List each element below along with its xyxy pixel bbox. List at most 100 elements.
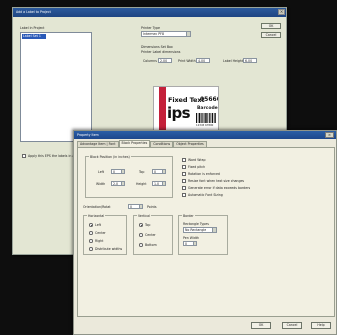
word-wrap-label: Word Wrap [188,158,206,162]
fixed-pitch-label: Fixed pitch [188,165,206,169]
height-spinner[interactable]: 1.0 [152,181,166,186]
add-label-title: Add a Label to Project [16,10,51,14]
top-spinner[interactable]: 0 [152,169,166,174]
chevron-down-icon [186,32,190,36]
cancel-button[interactable]: Cancel [261,32,281,38]
horizontal-right-radio[interactable] [89,239,93,243]
chevron-down-icon [212,228,216,232]
property-title: Property Item [77,132,99,137]
close-icon[interactable]: × [278,9,285,15]
resize-font-checkbox[interactable] [182,179,186,183]
spinner-arrows-icon [139,205,142,208]
pen-width-spinner[interactable]: 0 [183,241,197,246]
spinner-arrows-icon [162,182,165,185]
top-label: Top [139,170,145,174]
cancel-button[interactable]: Cancel [282,322,302,329]
left-label: Left [98,170,104,174]
word-wrap-checkbox[interactable] [182,158,186,162]
preview-fixed-text: Fixed Text [168,96,205,104]
label-height-field[interactable]: 6.00 [243,58,257,63]
horizontal-distribute-radio[interactable] [89,247,93,251]
ips-logo: ips [167,104,191,122]
vertical-top-radio[interactable] [139,223,143,227]
close-icon[interactable]: × [325,132,334,138]
left-spinner[interactable]: 0 [111,169,125,174]
print-width-field[interactable]: 4.00 [196,58,210,63]
dim-label-columns: Columns [143,59,157,63]
vertical-top-label: Top [145,223,151,227]
property-titlebar: Property Item × [74,131,336,139]
height-label: Height [136,182,147,186]
printer-type-label: Printer Type [141,26,160,30]
vertical-bottom-radio[interactable] [139,243,143,247]
vertical-group: Vertical Top Center Bottom [133,214,173,255]
add-label-titlebar: Add a Label to Project × [13,8,286,17]
auto-font-sizing-label: Automatic Font Sizing [188,193,223,197]
pen-width-value: 0 [185,242,188,246]
left-value: 0 [113,170,116,174]
orientation-unit: Points [147,205,157,209]
labels-listbox[interactable]: Label Set 1 [20,32,92,142]
auto-font-sizing-checkbox[interactable] [182,193,186,197]
top-value: 0 [154,170,157,174]
width-label: Width [96,182,106,186]
horizontal-left-label: Left [95,223,101,227]
printer-type-value: Intermec PF8 [143,32,165,36]
rectangle-type-label: Rectangle Types [183,222,209,226]
vertical-bottom-label: Bottom [145,243,157,247]
rotation-enforced-label: Rotation is enforced [188,172,220,176]
dimensions-sublabel: Printer Label dimensions [141,50,181,54]
horizontal-distribute-label: Distribute widths [95,247,123,251]
horizontal-title: Horizontal [87,214,106,218]
resize-font-label: Resize font when text size changes [188,179,245,183]
rectangle-type-select[interactable]: No Rectangle [183,227,217,233]
list-item[interactable]: Label Set 1 [22,34,46,39]
border-title: Border [182,214,195,218]
block-position-title: Block Position (in inches) [89,155,131,159]
spinner-arrows-icon [121,170,124,173]
help-button[interactable]: Help [311,322,331,329]
apply-all-checkbox[interactable] [22,154,26,158]
spinner-arrows-icon [121,182,124,185]
labels-header: Label in Project [20,26,45,30]
vertical-title: Vertical [137,214,151,218]
rotation-enforced-checkbox[interactable] [182,172,186,176]
generate-error-checkbox[interactable] [182,186,186,190]
preview-fixed-number: 056607 [200,96,218,103]
rectangle-type-value: No Rectangle [185,228,207,232]
ok-button[interactable]: OK [261,23,281,29]
height-value: 1.0 [154,182,160,186]
screen: Add a Label to Project × Label in Projec… [0,0,337,335]
columns-field[interactable]: 2.00 [158,58,172,63]
printer-type-select[interactable]: Intermec PF8 [141,31,191,37]
apply-all-label: Apply this EPS the labels in all [28,154,77,158]
horizontal-center-label: Center [95,231,106,235]
vertical-center-radio[interactable] [139,233,143,237]
width-value: 2.0 [113,182,119,186]
orientation-spinner[interactable]: 0 [128,204,143,209]
dimensions-label: Dimensions Set Box [141,45,173,49]
horizontal-right-label: Right [95,239,104,243]
vertical-center-label: Center [145,233,156,237]
orientation-value: 0 [130,205,133,209]
border-group: Border Rectangle Types No Rectangle Pen … [178,214,228,255]
block-properties-panel: Block Position (in inches) Left 0 Top 0 … [77,147,335,317]
horizontal-group: Horizontal Left Center Right Distribute … [83,214,127,255]
dim-label-print-width: Print Width [178,59,196,63]
generate-error-label: Generate error if data exceeds borders [188,186,251,190]
pen-width-label: Pen Width [183,236,200,240]
block-position-group: Block Position (in inches) Left 0 Top 0 … [85,155,173,198]
dim-label-label-height: Label Height [223,59,244,63]
ok-button[interactable]: OK [251,322,271,329]
preview-barcode-number: 12345 67890 [196,124,214,127]
tab-block-properties[interactable]: Block Properties [118,140,151,147]
fixed-pitch-checkbox[interactable] [182,165,186,169]
preview-barcode-label: Barcode [197,106,218,111]
barcode-icon [196,113,216,123]
width-spinner[interactable]: 2.0 [111,181,125,186]
spinner-arrows-icon [193,242,196,245]
property-item-dialog: Property Item × Advantage Item | Font Bl… [73,130,337,335]
orientation-label: Orientation/Rotat [83,205,111,209]
horizontal-center-radio[interactable] [89,231,93,235]
horizontal-left-radio[interactable] [89,223,93,227]
